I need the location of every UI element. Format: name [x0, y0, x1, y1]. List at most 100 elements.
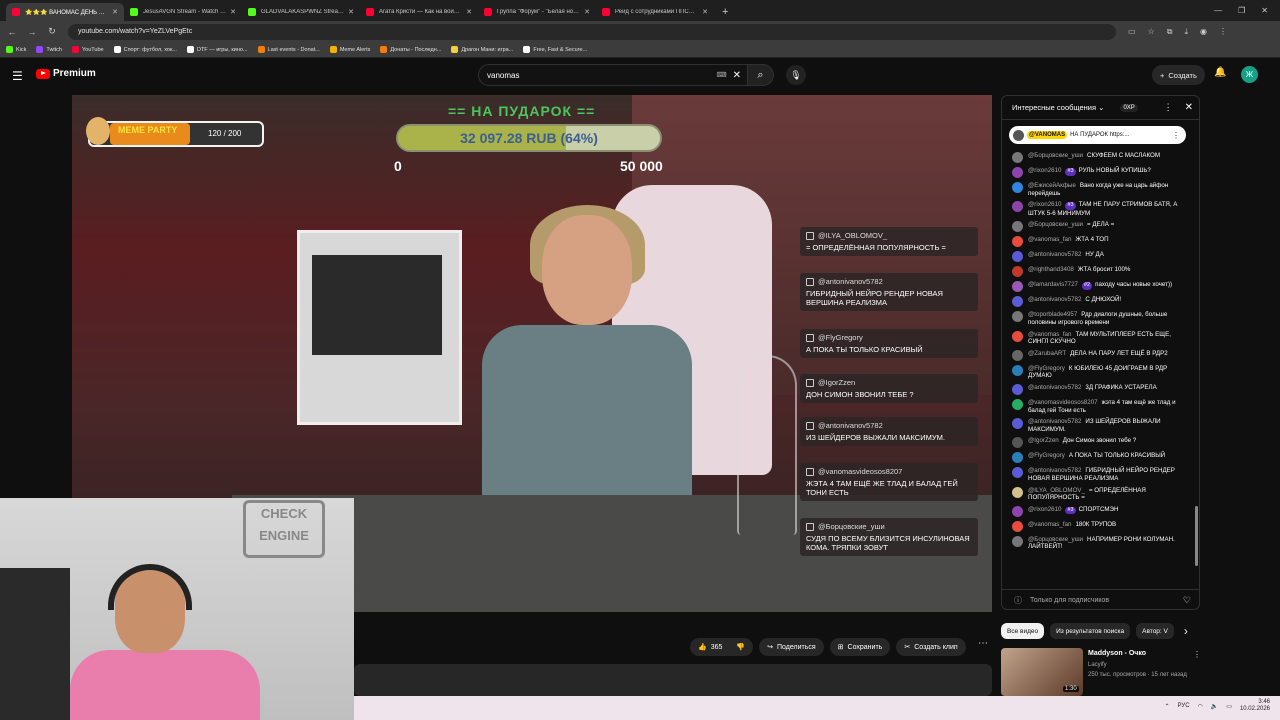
youtube-premium-logo[interactable]: Premium — [36, 68, 96, 79]
chat-avatar[interactable] — [1012, 535, 1023, 547]
chat-author[interactable]: @Борцовские_уши — [1028, 221, 1083, 228]
hamburger-menu-icon[interactable]: ☰ — [12, 69, 23, 83]
chat-author[interactable]: @FlyGregory — [1028, 452, 1065, 459]
chat-avatar[interactable] — [1012, 486, 1023, 498]
save-button[interactable]: ⊞ Сохранить — [829, 638, 891, 656]
forward-icon[interactable]: → — [24, 27, 40, 37]
tab-close-icon[interactable]: ✕ — [466, 8, 472, 16]
chat-input[interactable]: ⓘ Только для подписчиков ♡ — [1002, 589, 1199, 609]
xp-badge[interactable]: 0XP — [1120, 103, 1138, 112]
chat-avatar[interactable] — [1012, 383, 1023, 395]
wifi-icon[interactable]: ◠ — [1198, 703, 1203, 710]
battery-icon[interactable]: ▭ — [1226, 703, 1232, 710]
chat-avatar[interactable] — [1012, 221, 1023, 233]
chat-avatar[interactable] — [1012, 349, 1023, 361]
tab-close-icon[interactable]: ✕ — [230, 8, 236, 16]
like-button[interactable]: 👍 365 👎 — [690, 638, 754, 656]
tab-close-icon[interactable]: ✕ — [112, 8, 118, 16]
pinned-more-icon[interactable]: ⋮ — [1172, 131, 1180, 140]
chat-avatar[interactable] — [1012, 251, 1023, 263]
keyboard-icon[interactable]: ⌨ — [717, 71, 727, 79]
chat-author[interactable]: @toporblade4957 — [1028, 311, 1077, 318]
minimize-icon[interactable]: — — [1214, 6, 1222, 15]
chat-avatar[interactable] — [1012, 398, 1023, 410]
tab-close-icon[interactable]: ✕ — [702, 8, 708, 16]
voice-search-button[interactable]: 🎙 — [786, 65, 806, 85]
back-icon[interactable]: ← — [4, 27, 20, 37]
chat-avatar[interactable] — [1012, 520, 1023, 532]
video-channel[interactable]: Lacyify — [1088, 662, 1107, 668]
chat-avatar[interactable] — [1012, 364, 1023, 376]
bookmark-item[interactable]: Драгон Мани: игра... — [451, 46, 513, 53]
bookmark-star-icon[interactable]: ☆ — [1148, 27, 1155, 36]
chat-author[interactable]: @vanomas_fan — [1028, 236, 1071, 243]
tray-chevron-icon[interactable]: ⌃ — [1165, 703, 1170, 710]
chat-avatar[interactable] — [1012, 266, 1023, 278]
chat-avatar[interactable] — [1012, 296, 1023, 308]
chat-close-icon[interactable]: ✕ — [1185, 102, 1193, 113]
chat-author[interactable]: @righthand3408 — [1028, 266, 1074, 273]
chat-avatar[interactable] — [1012, 437, 1023, 449]
chat-avatar[interactable] — [1012, 236, 1023, 248]
filter-chip[interactable]: Автор: V — [1136, 623, 1174, 639]
chat-author[interactable]: @vanomas_fan — [1028, 331, 1071, 338]
chat-more-icon[interactable]: ⋮ — [1164, 102, 1173, 113]
browser-tab[interactable]: Агата Кристи — Как на войне... ✕ — [360, 3, 478, 21]
heart-icon[interactable]: ♡ — [1183, 595, 1191, 606]
pinned-message[interactable]: @VANOMAS НА ПУДАРОК https:... ⋮ — [1009, 126, 1186, 144]
clip-button[interactable]: ✂ Создать клип — [896, 638, 966, 656]
chat-avatar[interactable] — [1012, 182, 1023, 193]
profile-icon[interactable]: ◉ — [1200, 27, 1207, 36]
notifications-bell-icon[interactable]: 🔔 — [1214, 67, 1226, 78]
chat-avatar[interactable] — [1012, 201, 1023, 213]
volume-icon[interactable]: 🔈 — [1211, 703, 1218, 710]
bookmark-item[interactable]: Kick — [6, 46, 26, 53]
chat-avatar[interactable] — [1012, 330, 1023, 342]
chat-author[interactable]: @vanomasvideosos8207 — [1028, 399, 1098, 406]
bookmark-item[interactable]: DTF — игры, кино... — [186, 46, 248, 53]
chat-author[interactable]: @ILYA_OBLOMOV_ — [1028, 487, 1085, 494]
bookmark-item[interactable]: YouTube — [71, 46, 104, 53]
chat-avatar[interactable] — [1012, 467, 1023, 479]
reload-icon[interactable]: ↻ — [44, 26, 60, 37]
extensions-icon[interactable]: ⧉ — [1167, 27, 1173, 37]
chat-avatar[interactable] — [1012, 152, 1023, 163]
chat-scroll-thumb[interactable] — [1195, 506, 1198, 566]
chat-author[interactable]: @Борцовские_уши — [1028, 536, 1083, 543]
thumbs-down-icon[interactable]: 👎 — [736, 643, 745, 651]
url-field[interactable]: youtube.com/watch?v=YeZLVePgEtc — [68, 23, 1116, 40]
chat-avatar[interactable] — [1012, 452, 1023, 464]
more-actions-icon[interactable]: ⋯ — [976, 638, 990, 649]
new-tab-icon[interactable]: + — [714, 6, 736, 21]
chat-author[interactable]: @antonivanov5782 — [1028, 384, 1081, 391]
share-button[interactable]: ↪ Поделиться — [759, 638, 824, 656]
video-more-icon[interactable]: ⋮ — [1193, 650, 1201, 659]
chat-avatar[interactable] — [1012, 505, 1023, 517]
chat-avatar[interactable] — [1012, 167, 1023, 178]
video-title[interactable]: Maddyson - Очко — [1088, 650, 1146, 657]
tab-close-icon[interactable]: ✕ — [584, 8, 590, 16]
chat-author[interactable]: @vanomas_fan — [1028, 521, 1071, 528]
browser-tab[interactable]: JesusAVGN Stream - Watch Live... ✕ — [124, 3, 242, 21]
bookmark-item[interactable]: Донаты - Последн... — [380, 46, 441, 53]
browser-tab[interactable]: Группа "Форум" - "Белая ночь"... ✕ — [478, 3, 596, 21]
downloads-icon[interactable]: ⤓ — [1184, 27, 1188, 37]
tab-close-icon[interactable]: ✕ — [348, 8, 354, 16]
chat-author[interactable]: @ZarubaART — [1028, 350, 1066, 357]
cast-icon[interactable]: ▭ — [1128, 27, 1136, 36]
bookmark-item[interactable]: Meme Alerts — [329, 46, 370, 53]
browser-tab[interactable]: ⭐⭐⭐ ВАНОМАС ДЕНЬ РОЖ... ✕ — [6, 3, 124, 21]
search-button[interactable]: ⌕ — [748, 64, 774, 86]
chat-author[interactable]: @FlyGregory — [1028, 365, 1065, 372]
chat-author[interactable]: @IgorZzen — [1028, 437, 1059, 444]
search-input[interactable]: vanomas ⌨ ✕ — [478, 64, 748, 86]
chat-author[interactable]: @rixon2610 — [1028, 506, 1061, 513]
browser-tab[interactable]: GLADVALAKASPWNZ Stream -... ✕ — [242, 3, 360, 21]
chat-avatar[interactable] — [1012, 311, 1023, 323]
chat-author[interactable]: @antonivanov5782 — [1028, 251, 1081, 258]
bookmark-item[interactable]: Спорт: футбол, хок... — [113, 46, 177, 53]
filter-chip[interactable]: Все видео — [1001, 623, 1045, 639]
chat-author[interactable]: @rixon2610 — [1028, 201, 1061, 208]
chat-scrollbar[interactable] — [1195, 126, 1199, 578]
create-button[interactable]: + Создать — [1152, 65, 1205, 85]
